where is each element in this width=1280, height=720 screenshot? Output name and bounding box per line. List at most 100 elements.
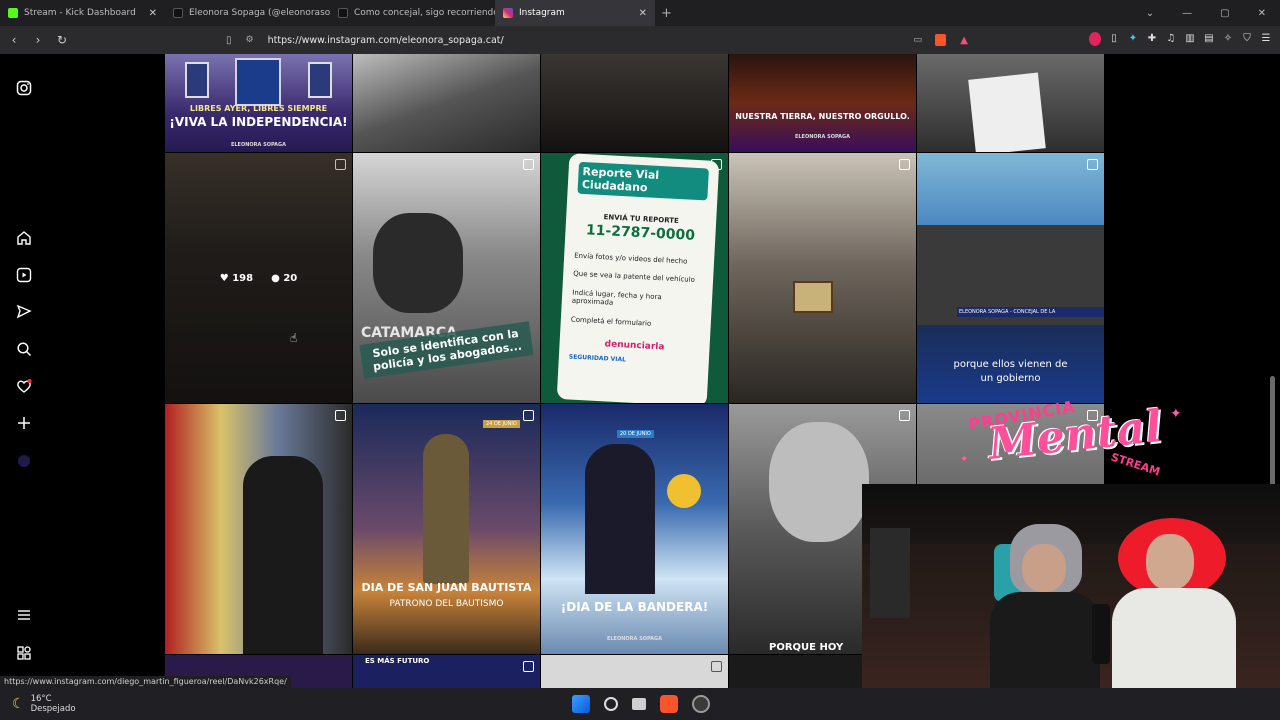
post-subcaption: PATRONO DEL BAUTISMO [389,599,504,609]
page-scrollbar-thumb[interactable] [1270,376,1275,486]
cast-icon[interactable]: ▭ [913,35,922,45]
browser-tabbar: Stream - Kick Dashboard ✕ Eleonora Sopag… [0,0,1280,26]
reel-icon [335,410,346,421]
home-icon[interactable] [14,228,34,248]
reel-icon [1087,159,1098,170]
figure-shape [373,213,463,313]
post-date: 24 DE JUNIO [483,420,520,428]
paper-shape [968,72,1046,152]
minimize-icon[interactable]: — [1182,8,1192,19]
obs-studio-icon[interactable] [692,695,710,713]
post-tile[interactable]: LIBRES AYER, LIBRES SIEMPRE ¡VIVA LA IND… [165,54,352,152]
tab-kick[interactable]: Stream - Kick Dashboard ✕ [0,0,165,26]
weather-desc: Despejado [30,704,76,714]
tiktok-icon [338,8,348,18]
search-icon[interactable] [604,697,618,711]
bookmark-icon[interactable]: ▯ [226,35,232,46]
notifications-heart-icon[interactable] [14,376,34,396]
post-tile[interactable] [729,153,916,403]
url-text[interactable]: https://www.instagram.com/eleonora_sopag… [268,35,504,46]
face-shape [769,422,869,542]
instagram-icon [503,8,513,18]
create-icon[interactable] [14,413,34,433]
address-bar[interactable]: ▯ ⚙ https://www.instagram.com/eleonora_s… [226,30,976,50]
post-tile-hovered[interactable]: ♥ 198 ● 20 [165,153,352,403]
card-title: Reporte Vial Ciudadano [577,161,709,201]
post-tile[interactable] [165,404,352,654]
sidebar-icon[interactable]: ▥ [1184,32,1196,46]
brave-shields-icon[interactable] [935,34,946,46]
comments-count-group: ● 20 [271,272,298,284]
card-line: Envía fotos y/o videos del hecho [573,251,688,266]
post-caption: NUESTRA TIERRA, NUESTRO ORGULLO. [735,112,910,121]
back-icon[interactable]: ‹ [4,33,24,47]
post-caption: ES MÁS FUTURO [365,657,430,665]
card-org: SEGURIDAD VIAL [568,353,627,364]
hover-stats: ♥ 198 ● 20 [165,153,352,403]
puzzle-icon[interactable]: ✚ [1146,32,1158,46]
moon-icon: ☾ [12,696,25,712]
post-tile[interactable]: CATAMARCA Solo se identifica con la poli… [353,153,540,403]
new-tab-icon[interactable]: + [661,6,672,21]
vpn-icon[interactable]: ⛉ [1241,32,1253,46]
wallet-icon[interactable]: ▤ [1203,32,1215,46]
provincia-mental-stream-logo: Provincia Mental STREAM ✦ ✦ [960,396,1200,484]
more-menu-icon[interactable] [14,605,34,625]
brave-browser-icon[interactable] [660,695,678,713]
door-shape [235,58,281,106]
tab-instagram[interactable]: Instagram ✕ [495,0,655,26]
post-tile[interactable] [541,655,728,688]
card-line: Completá el formulario [570,315,652,328]
post-caption: ¡DIA DE LA BANDERA! [560,600,709,614]
task-view-icon[interactable] [632,698,646,710]
post-tile[interactable] [353,54,540,152]
tab-list-icon[interactable]: ⌄ [1146,8,1154,19]
post-brand: ELEONORA SOPAGA [606,636,663,642]
forward-icon[interactable]: › [28,33,48,47]
profile-avatar[interactable] [14,451,34,471]
close-window-icon[interactable]: ✕ [1258,8,1266,19]
search-icon[interactable] [14,339,34,359]
post-tile[interactable]: ES MÁS FUTURO [353,655,540,688]
post-tile[interactable]: Reporte Vial Ciudadano ENVIÁ TU REPORTE … [541,153,728,403]
leo-icon[interactable]: ✧ [1222,32,1234,46]
instagram-logo-icon[interactable] [14,78,34,98]
close-tab-icon[interactable]: ✕ [149,8,157,19]
windows-start-icon[interactable] [572,695,590,713]
music-icon[interactable]: ♫ [1165,32,1177,46]
tab-tiktok-video[interactable]: Como concejal, sigo recorriendo l [330,0,495,26]
post-tile[interactable]: 20 DE JUNIO ¡DIA DE LA BANDERA! ELEONORA… [541,404,728,654]
post-tile[interactable] [917,54,1104,152]
close-tab-icon[interactable]: ✕ [639,8,647,19]
extension-icon[interactable]: ✦ [1127,32,1139,46]
site-settings-icon[interactable]: ⚙ [246,35,254,45]
reload-icon[interactable]: ↻ [52,33,72,47]
weather-widget[interactable]: ☾ 16°C Despejado [12,694,76,714]
tab-tiktok-profile[interactable]: Eleonora Sopaga (@eleonorasopaga [165,0,330,26]
reel-icon [711,661,722,672]
instagram-sidebar [0,54,50,688]
figure-shape [423,434,469,584]
window-shape [185,62,209,98]
tiktok-icon [173,8,183,18]
post-tile[interactable]: NUESTRA TIERRA, NUESTRO ORGULLO. ELEONOR… [729,54,916,152]
menu-icon[interactable]: ☰ [1260,32,1272,46]
reels-icon[interactable] [14,265,34,285]
also-from-meta-icon[interactable] [14,643,34,663]
extension-icon[interactable]: ▯ [1108,32,1120,46]
likes-count-group: ♥ 198 [219,272,254,284]
tab-label: Stream - Kick Dashboard [24,8,136,18]
brave-rewards-icon[interactable]: ▲ [960,35,968,46]
extension-icon[interactable] [1089,32,1101,46]
screen: Stream - Kick Dashboard ✕ Eleonora Sopag… [0,0,1280,720]
messages-icon[interactable] [14,302,34,322]
link-status-url: https://www.instagram.com/diego_martin_f… [0,676,291,688]
maximize-icon[interactable]: ▢ [1220,8,1229,19]
webcam-overlay [862,484,1280,688]
post-tile[interactable]: 24 DE JUNIO DIA DE SAN JUAN BAUTISTA PAT… [353,404,540,654]
post-tile[interactable]: ELEONORA SOPAGA - CONCEJAL DE LA porque … [917,153,1104,403]
post-tile[interactable] [541,54,728,152]
figure-shape [585,444,655,594]
post-caption: ¡VIVA LA INDEPENDENCIA! [169,115,348,129]
certificate-shape [793,281,833,313]
